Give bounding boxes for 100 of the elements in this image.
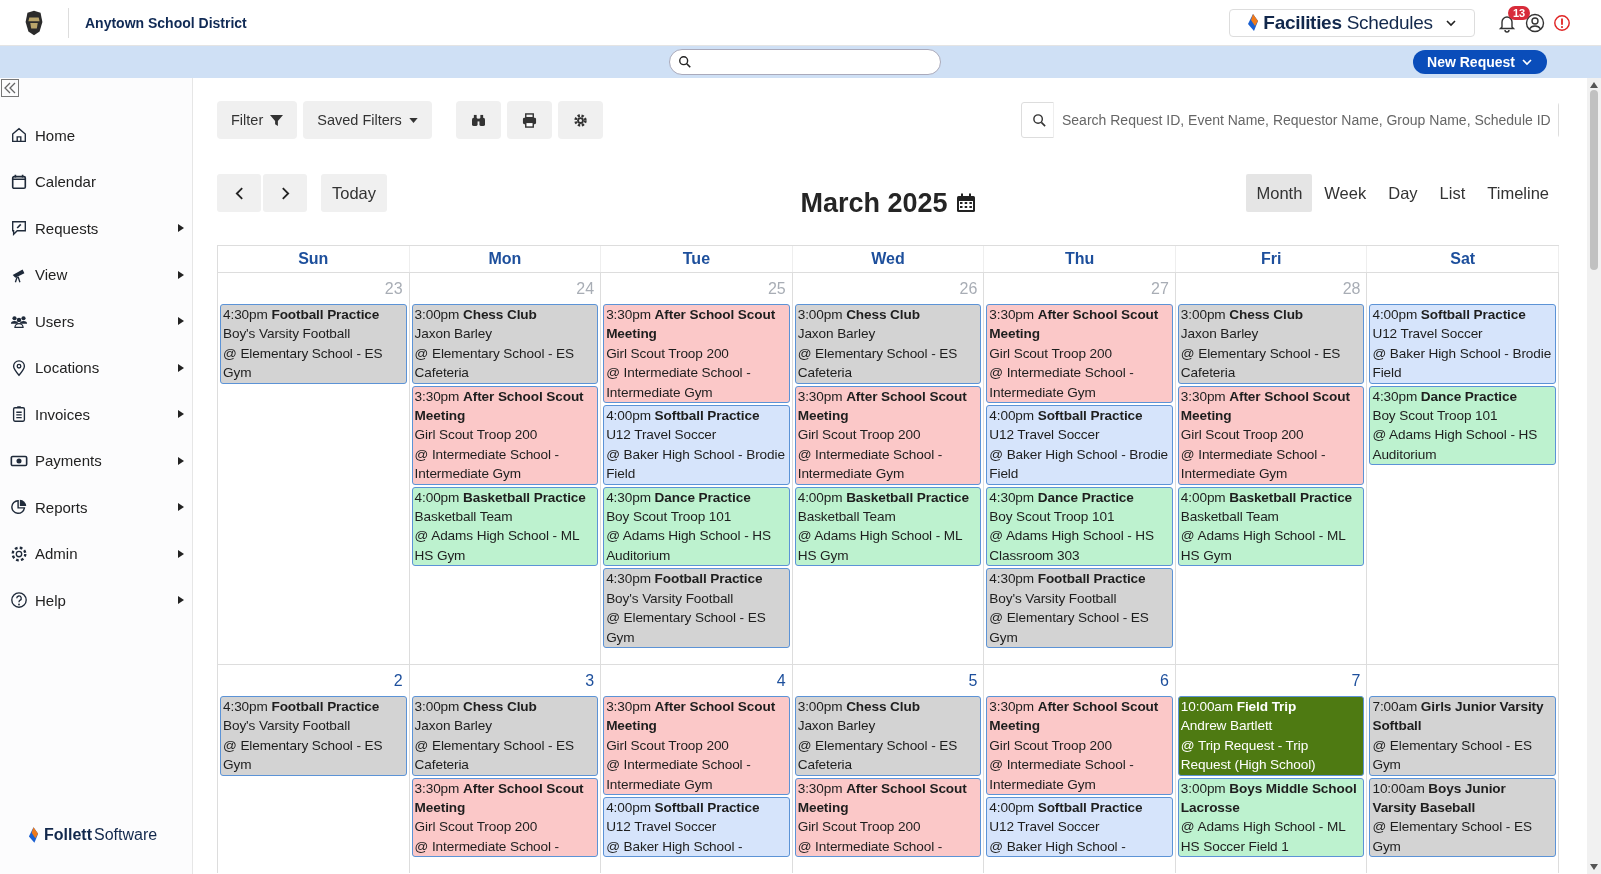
sidebar-item[interactable]: Calendar [0, 158, 192, 205]
sidebar-item[interactable]: Users [0, 298, 192, 345]
event-card[interactable]: 4:00pm Basketball Practice Basketball Team @ Adams High School - ML HS Gym [1177, 486, 1365, 567]
event-card[interactable]: 3:30pm After School Scout Meeting Girl Scout Troop 200 @ Intermediate School - Intermediate Gym [411, 385, 599, 485]
event-card[interactable]: 3:00pm Chess Club Jaxon Barley @ Elementary School - ES Cafeteria [1177, 304, 1365, 384]
event-card[interactable]: 4:30pm Football Practice Boy's Varsity Football @ Elementary School - ES Gym [220, 696, 407, 776]
binoculars-button[interactable] [455, 101, 501, 139]
search-icon [677, 55, 692, 69]
chevron-right-icon [280, 186, 290, 200]
day-number[interactable]: 4 [776, 671, 786, 690]
alert-icon[interactable] [1553, 13, 1571, 32]
event-card[interactable]: 4:30pm Dance Practice Boy Scout Troop 101 @ Adams High School - HS Auditorium [1369, 385, 1556, 466]
caret-icon [178, 456, 184, 465]
month-title: March 2025 [800, 187, 948, 219]
search-field[interactable] [668, 49, 941, 75]
caret-icon [178, 503, 184, 512]
scrollbar-thumb[interactable] [1590, 90, 1598, 270]
event-card[interactable]: 3:00pm Chess Club Jaxon Barley @ Elementary School - ES Cafeteria [411, 696, 599, 776]
event-card[interactable]: 3:30pm After School Scout Meeting Girl Scout Troop 200 @ Intermediate School - Intermediate Gym [603, 696, 790, 796]
view-tab[interactable]: Month [1246, 174, 1313, 212]
pie-chart-icon [10, 498, 28, 517]
event-card[interactable]: 3:30pm After School Scout Meeting Girl Scout Troop 200 @ Intermediate School - Intermediate Gym [603, 304, 790, 404]
logo-icon [1247, 13, 1260, 32]
user-icon[interactable] [1525, 12, 1545, 33]
sidebar-item[interactable]: Reports [0, 484, 192, 531]
event-card[interactable]: 3:30pm After School Scout Meeting Girl Scout Troop 200 @ Intermediate School - Intermediate Gym [794, 385, 982, 485]
event-card[interactable]: 4:00pm Softball Practice U12 Travel Soccer @ Baker High School - [603, 797, 790, 858]
chevron-left-icon [234, 186, 244, 200]
event-card[interactable]: 3:30pm After School Scout Meeting Girl Scout Troop 200 @ Intermediate School - Intermediate Gym [986, 304, 1173, 404]
filter-button[interactable]: Filter [217, 101, 298, 139]
event-card[interactable]: 3:00pm Chess Club Jaxon Barley @ Elementary School - ES Cafeteria [794, 304, 982, 384]
product-switcher[interactable]: Facilities Schedules [1229, 8, 1475, 37]
funnel-icon [270, 113, 284, 127]
event-card[interactable]: 3:30pm After School Scout Meeting Girl Scout Troop 200 @ Intermediate School - Intermediate Gym [986, 696, 1173, 796]
event-card[interactable]: 3:30pm After School Scout Meeting Girl Scout Troop 200 @ Intermediate School - [411, 777, 599, 858]
clipboard-list-icon [10, 405, 28, 424]
sidebar-item[interactable]: Invoices [0, 391, 192, 438]
event-card[interactable]: 4:00pm Softball Practice U12 Travel Soccer @ Baker High School - Brodie Field [1369, 304, 1556, 384]
event-card[interactable]: 4:30pm Dance Practice Boy Scout Troop 101 @ Adams High School - HS Auditorium [603, 486, 790, 567]
notification-badge: 13 [1508, 5, 1531, 20]
calendar-icon[interactable] [955, 193, 976, 213]
caret-icon [178, 363, 184, 372]
chevron-down-icon [1521, 56, 1533, 68]
caret-icon [178, 410, 184, 419]
event-card[interactable]: 3:00pm Chess Club Jaxon Barley @ Elementary School - ES Cafeteria [411, 304, 599, 384]
view-tab[interactable]: Timeline [1477, 174, 1559, 212]
day-number[interactable]: 6 [1159, 671, 1169, 690]
calendar-icon [10, 172, 28, 191]
event-card[interactable]: 4:30pm Football Practice Boy's Varsity Football @ Elementary School - ES Gym [220, 304, 407, 384]
sidebar-item[interactable]: Requests [0, 205, 192, 252]
event-card[interactable]: 3:30pm After School Scout Meeting Girl Scout Troop 200 @ Intermediate School - [794, 777, 982, 858]
view-tab[interactable]: List [1429, 174, 1476, 212]
caret-icon [178, 224, 184, 233]
event-card[interactable]: 4:00pm Softball Practice U12 Travel Soccer @ Baker High School - [986, 797, 1173, 858]
event-card[interactable]: 4:00pm Basketball Practice Basketball Team @ Adams High School - ML HS Gym [411, 486, 599, 567]
sidebar-item[interactable]: Admin [0, 530, 192, 577]
event-card[interactable]: 4:00pm Basketball Practice Basketball Team @ Adams High School - ML HS Gym [794, 486, 982, 567]
help-icon [10, 591, 28, 610]
view-tab[interactable]: Day [1378, 174, 1428, 212]
collapse-icon[interactable] [1, 79, 19, 97]
sidebar-item[interactable]: Help [0, 577, 192, 624]
event-card[interactable]: 3:00pm Chess Club Jaxon Barley @ Elementary School - ES Cafeteria [794, 696, 982, 776]
event-card[interactable]: 10:00am Boys Junior Varsity Baseball @ Elementary School - ES Gym [1369, 777, 1556, 858]
event-card[interactable]: 4:00pm Softball Practice U12 Travel Soccer @ Baker High School - Brodie Field [603, 405, 790, 485]
event-card[interactable]: 10:00am Field Trip Andrew Bartlett @ Trip Request - Trip Request (High School) [1177, 696, 1365, 776]
today-button[interactable]: Today [321, 174, 388, 212]
day-number[interactable]: 2 [393, 671, 403, 690]
arrow-up-icon[interactable] [1590, 82, 1598, 88]
company-logo: FollettSoftware [28, 826, 158, 844]
chat-edit-icon [10, 219, 28, 238]
weekday-header: Mon [488, 250, 522, 268]
print-button[interactable] [506, 101, 552, 139]
event-card[interactable]: 4:30pm Dance Practice Boy Scout Troop 101 @ Adams High School - HS Classroom 303 [986, 486, 1173, 567]
logo-icon [28, 826, 39, 844]
view-tab[interactable]: Week [1314, 174, 1377, 212]
saved-filters-button[interactable]: Saved Filters [303, 101, 432, 139]
new-request-button[interactable]: New Request [1413, 50, 1547, 74]
event-card[interactable]: 7:00am Girls Junior Varsity Softball @ Elementary School - ES Gym [1369, 696, 1556, 776]
sidebar-item[interactable]: Home [0, 112, 192, 159]
gear-icon [572, 112, 588, 128]
event-card[interactable]: 3:30pm After School Scout Meeting Girl Scout Troop 200 @ Intermediate School - Intermediate Gym [1177, 385, 1365, 485]
district-name: Anytown School District [85, 14, 247, 31]
home-icon [10, 126, 28, 145]
search-field[interactable]: Search Request ID, Event Name, Requestor Name, Group Name, Schedule ID [1021, 102, 1559, 138]
event-card[interactable]: 3:00pm Boys Middle School Lacrosse @ Adams High School - ML HS Soccer Field 1 [1177, 777, 1365, 858]
sidebar-item[interactable]: View [0, 251, 192, 298]
event-card[interactable]: 4:30pm Football Practice Boy's Varsity Football @ Elementary School - ES Gym [603, 568, 790, 648]
sidebar-item[interactable]: Payments [0, 437, 192, 484]
settings-button[interactable] [557, 101, 603, 139]
day-number[interactable]: 3 [585, 671, 595, 690]
day-number[interactable]: 7 [1351, 671, 1361, 690]
weekday-header: Fri [1260, 250, 1282, 268]
scrollbar[interactable] [1587, 78, 1601, 874]
event-card[interactable]: 4:30pm Football Practice Boy's Varsity Football @ Elementary School - ES Gym [986, 568, 1173, 648]
arrow-down-icon[interactable] [1590, 864, 1598, 870]
sidebar-item[interactable]: Locations [0, 344, 192, 391]
search-icon [1032, 112, 1047, 128]
day-number[interactable]: 5 [968, 671, 978, 690]
event-card[interactable]: 4:00pm Softball Practice U12 Travel Soccer @ Baker High School - Brodie Field [986, 405, 1173, 485]
weekday-header: Sat [1450, 250, 1476, 268]
